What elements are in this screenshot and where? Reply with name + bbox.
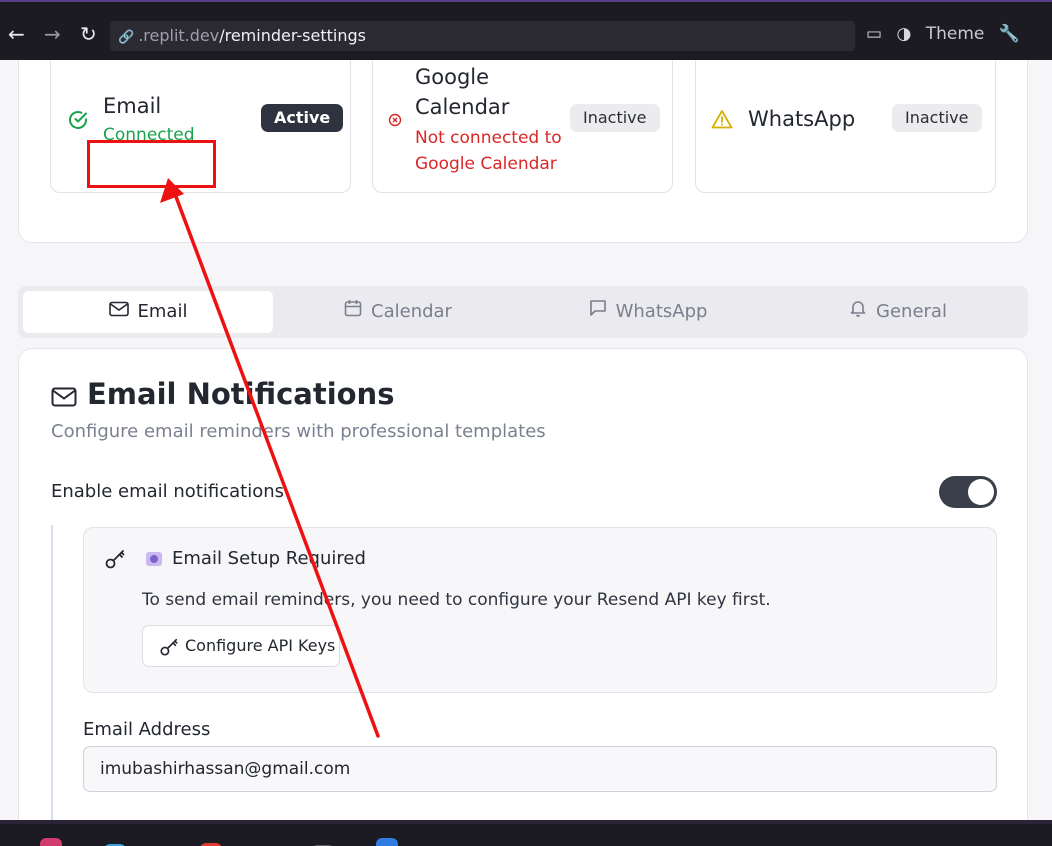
annotation-highlight-box bbox=[87, 140, 216, 188]
section-subtitle: Configure email reminders with professio… bbox=[51, 421, 546, 442]
calendar-status-card: Google Calendar Not connected to Google … bbox=[372, 60, 673, 193]
theme-button[interactable]: Theme bbox=[926, 24, 985, 44]
os-taskbar bbox=[0, 820, 1052, 846]
notification-tabs: Email Calendar WhatsApp General bbox=[18, 286, 1028, 338]
email-emoji-icon bbox=[146, 552, 162, 566]
enable-email-label: Enable email notifications bbox=[51, 481, 284, 502]
wrench-icon[interactable]: 🔧 bbox=[999, 24, 1020, 44]
calendar-status-name-line2: Calendar bbox=[415, 95, 510, 119]
url-host: .replit.dev bbox=[138, 26, 220, 45]
email-status-name: Email bbox=[103, 94, 162, 118]
enable-email-toggle[interactable] bbox=[939, 476, 997, 508]
devices-icon[interactable]: ▭ bbox=[866, 24, 882, 44]
setup-title: Email Setup Required bbox=[172, 548, 366, 569]
tab-label: WhatsApp bbox=[615, 301, 708, 322]
email-setup-notice: Email Setup Required To send email remin… bbox=[83, 527, 997, 693]
key-icon bbox=[105, 550, 125, 569]
tab-calendar[interactable]: Calendar bbox=[273, 291, 523, 333]
calendar-status-text-line2: Google Calendar bbox=[415, 154, 557, 174]
x-circle-icon bbox=[388, 113, 402, 127]
forward-icon[interactable]: → bbox=[44, 24, 61, 44]
status-badge-inactive: Inactive bbox=[570, 104, 660, 132]
email-address-label: Email Address bbox=[83, 719, 211, 740]
key-icon bbox=[160, 638, 178, 656]
app-icon[interactable] bbox=[376, 838, 398, 846]
configure-api-keys-label: Configure API Keys bbox=[185, 636, 336, 655]
app-icon[interactable] bbox=[40, 838, 62, 846]
reload-icon[interactable]: ↻ bbox=[80, 24, 97, 44]
calendar-status-text-line1: Not connected to bbox=[415, 128, 562, 148]
bell-icon bbox=[850, 301, 866, 317]
chat-icon bbox=[589, 300, 606, 316]
status-badge-inactive: Inactive bbox=[892, 104, 982, 132]
back-icon[interactable]: ← bbox=[8, 24, 25, 44]
address-bar[interactable]: 🔗 .replit.dev/reminder-settings bbox=[110, 21, 855, 51]
browser-toolbar: ← → ↻ 🔗 .replit.dev/reminder-settings ▭ ◑… bbox=[0, 0, 1052, 60]
configure-api-keys-button[interactable]: Configure API Keys bbox=[142, 625, 340, 667]
check-circle-icon bbox=[69, 111, 87, 129]
tab-label: General bbox=[876, 301, 947, 322]
mail-icon bbox=[108, 301, 129, 317]
link-icon: 🔗 bbox=[118, 30, 135, 45]
mail-icon bbox=[51, 387, 77, 407]
palette-icon[interactable]: ◑ bbox=[896, 24, 911, 44]
tab-email[interactable]: Email bbox=[23, 291, 273, 333]
calendar-icon bbox=[344, 300, 362, 317]
email-address-input[interactable] bbox=[83, 746, 997, 792]
tab-general[interactable]: General bbox=[773, 291, 1023, 333]
status-badge-active: Active bbox=[261, 104, 344, 132]
tab-label: Calendar bbox=[371, 301, 452, 322]
whatsapp-status-card: WhatsApp Inactive bbox=[695, 60, 996, 193]
setup-description: To send email reminders, you need to con… bbox=[142, 590, 771, 610]
calendar-status-name-line1: Google bbox=[415, 65, 490, 89]
warning-triangle-icon bbox=[711, 110, 733, 129]
section-title: Email Notifications bbox=[87, 377, 395, 411]
tab-whatsapp[interactable]: WhatsApp bbox=[523, 291, 773, 333]
email-notifications-card: Email Notifications Configure email remi… bbox=[18, 348, 1028, 820]
section-divider bbox=[51, 525, 53, 820]
whatsapp-status-name: WhatsApp bbox=[748, 107, 856, 131]
toggle-knob bbox=[968, 479, 994, 505]
url-path: /reminder-settings bbox=[219, 26, 366, 45]
tab-label: Email bbox=[137, 301, 188, 322]
